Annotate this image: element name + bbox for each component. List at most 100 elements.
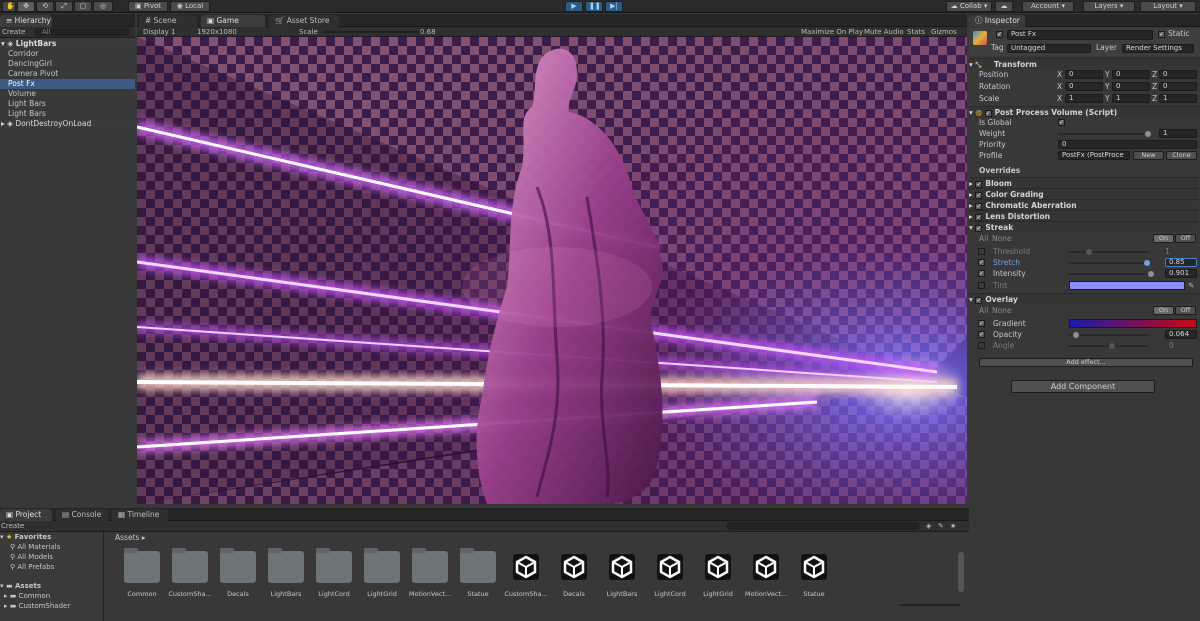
overlay-on-button[interactable]: On: [1153, 306, 1174, 315]
scale-z-field[interactable]: 1: [1159, 94, 1197, 103]
hand-tool-icon[interactable]: ✋: [2, 1, 16, 12]
local-toggle[interactable]: ◉ Local: [170, 1, 210, 12]
effect-overlay-header[interactable]: ▾ ✓ Overlay: [969, 293, 1199, 304]
tab-inspector[interactable]: ⓘ Inspector: [969, 15, 1025, 27]
position-x-field[interactable]: 0: [1065, 70, 1103, 79]
transform-header[interactable]: ▾ ⤡ Transform: [969, 58, 1199, 69]
static-checkbox[interactable]: ✓: [1158, 31, 1165, 38]
tint-override-checkbox[interactable]: [978, 282, 985, 289]
gradient-field[interactable]: [1069, 319, 1197, 328]
object-name-input[interactable]: Post Fx: [1007, 30, 1153, 40]
bloom-checkbox[interactable]: ✓: [975, 180, 983, 188]
layout-dropdown[interactable]: Layout ▾: [1140, 1, 1196, 12]
gradient-override-checkbox[interactable]: ✓: [978, 320, 985, 327]
ppv-header[interactable]: ▾ ◍ ✓ Post Process Volume (Script): [969, 106, 1199, 117]
fav-item[interactable]: ⚲ All Models: [0, 552, 103, 562]
effect-color-grading-header[interactable]: ▸ ✓ Color Grading: [969, 188, 1199, 199]
profile-new-button[interactable]: New: [1133, 151, 1164, 160]
asset-folder[interactable]: LightCord: [311, 548, 357, 598]
streak-none-link[interactable]: None: [992, 233, 1012, 244]
overlay-none-link[interactable]: None: [992, 305, 1012, 316]
account-dropdown[interactable]: Account ▾: [1022, 1, 1074, 12]
asset-scene[interactable]: LightCord: [647, 551, 693, 598]
tab-timeline[interactable]: ▦ Timeline: [112, 509, 168, 521]
hierarchy-item[interactable]: Light Bars: [0, 99, 135, 109]
angle-override-checkbox[interactable]: [978, 342, 985, 349]
profile-object-field[interactable]: PostFx (PostProce: [1058, 151, 1130, 160]
favorites-row[interactable]: ▾ ★ Favorites: [0, 532, 103, 542]
rotation-y-field[interactable]: 0: [1112, 82, 1150, 91]
tree-folder[interactable]: ▸ ▬ Common: [0, 591, 103, 601]
streak-off-button[interactable]: Off: [1175, 234, 1196, 243]
asset-scene[interactable]: LightBars: [599, 551, 645, 598]
tab-scene[interactable]: # Scene: [139, 15, 197, 27]
profile-clone-button[interactable]: Clone: [1166, 151, 1197, 160]
project-scrollbar[interactable]: [958, 552, 964, 592]
weight-slider[interactable]: [1058, 133, 1148, 135]
effect-bloom-header[interactable]: ▸ ✓ Bloom: [969, 177, 1199, 188]
weight-field[interactable]: 1: [1159, 129, 1197, 138]
is-global-checkbox[interactable]: ✓: [1058, 119, 1065, 126]
eyedropper-icon[interactable]: ✎: [1188, 280, 1194, 291]
opacity-field[interactable]: 0.064: [1165, 330, 1197, 339]
tint-color-field[interactable]: [1069, 281, 1185, 290]
hierarchy-item[interactable]: Light Bars: [0, 109, 135, 119]
overlay-off-button[interactable]: Off: [1175, 306, 1196, 315]
scene-row[interactable]: ▾ ◈ LightBars: [0, 39, 135, 49]
rect-tool-icon[interactable]: ▢: [74, 1, 92, 12]
layers-dropdown[interactable]: Layers ▾: [1083, 1, 1135, 12]
threshold-slider-knob[interactable]: [1086, 249, 1092, 255]
asset-folder[interactable]: LightGrid: [359, 548, 405, 598]
ppv-enabled-checkbox[interactable]: ✓: [984, 109, 992, 117]
hierarchy-create-button[interactable]: Create: [2, 28, 25, 36]
threshold-slider[interactable]: [1069, 251, 1149, 253]
asset-scene[interactable]: Decals: [551, 551, 597, 598]
hierarchy-item-selected[interactable]: Post Fx: [0, 79, 135, 89]
tab-project[interactable]: ▣ Project: [0, 509, 52, 521]
threshold-override-checkbox[interactable]: [978, 248, 985, 255]
filter-label-icon[interactable]: ✎: [938, 521, 944, 532]
asset-folder[interactable]: LightBars: [263, 548, 309, 598]
move-tool-icon[interactable]: ✥: [17, 1, 35, 12]
asset-folder[interactable]: CustomSha...: [167, 548, 213, 598]
filter-type-icon[interactable]: ◈: [926, 521, 931, 532]
asset-folder[interactable]: Common: [119, 548, 165, 598]
favorite-star-icon[interactable]: ★: [950, 521, 956, 532]
tree-folder[interactable]: ▸ ▬ CustomShader: [0, 601, 103, 611]
intensity-slider-knob[interactable]: [1148, 271, 1154, 277]
fav-item[interactable]: ⚲ All Materials: [0, 542, 103, 552]
scale-slider[interactable]: [323, 31, 423, 33]
cloud-icon[interactable]: ☁: [995, 1, 1013, 12]
overlay-checkbox[interactable]: ✓: [975, 296, 983, 304]
play-button[interactable]: ▶: [565, 1, 583, 12]
tab-hierarchy[interactable]: ≡ Hierarchy: [0, 15, 52, 27]
fav-item[interactable]: ⚲ All Prefabs: [0, 562, 103, 572]
tag-dropdown[interactable]: Untagged: [1007, 44, 1091, 53]
rotation-z-field[interactable]: 0: [1159, 82, 1197, 91]
project-search-input[interactable]: [726, 522, 920, 530]
streak-all-link[interactable]: All: [979, 233, 988, 244]
priority-field[interactable]: 0: [1058, 140, 1197, 149]
breadcrumb-assets[interactable]: Assets: [115, 533, 139, 542]
overlay-all-link[interactable]: All: [979, 305, 988, 316]
add-effect-button[interactable]: Add effect...: [979, 358, 1193, 367]
asset-scene[interactable]: Statue: [791, 551, 837, 598]
stretch-slider[interactable]: [1069, 262, 1149, 264]
angle-slider-knob[interactable]: [1109, 343, 1115, 349]
add-component-button[interactable]: Add Component: [1011, 380, 1155, 393]
hierarchy-item[interactable]: Corridor: [0, 49, 135, 59]
stretch-override-checkbox[interactable]: ✓: [978, 259, 985, 266]
tab-game[interactable]: ▣ Game: [201, 15, 265, 27]
position-z-field[interactable]: 0: [1159, 70, 1197, 79]
pivot-toggle[interactable]: ▣ Pivot: [128, 1, 168, 12]
rotation-x-field[interactable]: 0: [1065, 82, 1103, 91]
collab-dropdown[interactable]: ☁ Collab ▾: [946, 1, 992, 12]
tab-asset-store[interactable]: 🛒 Asset Store: [269, 15, 339, 27]
layer-dropdown[interactable]: Render Settings: [1122, 44, 1194, 53]
weight-slider-knob[interactable]: [1145, 131, 1151, 137]
dont-destroy-row[interactable]: ▸ ◈ DontDestroyOnLoad: [0, 119, 135, 129]
position-y-field[interactable]: 0: [1112, 70, 1150, 79]
transform-tool-icon[interactable]: ◎: [93, 1, 113, 12]
asset-scene[interactable]: CustomSha...: [503, 551, 549, 598]
asset-scene[interactable]: MotionVect...: [743, 551, 789, 598]
